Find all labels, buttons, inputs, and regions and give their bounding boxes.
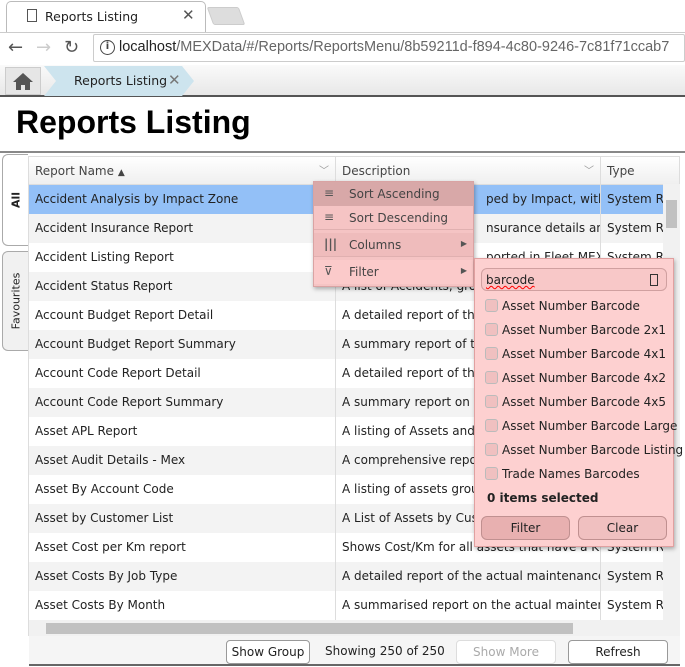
menu-sort-ascending[interactable]: ≡ Sort Ascending [314, 182, 473, 206]
clear-search-icon[interactable] [650, 274, 658, 286]
tab-favourites[interactable]: Favourites [2, 251, 28, 351]
cell-description: A detailed report of the actual maintena… [336, 562, 601, 591]
menu-label: Sort Ascending [349, 187, 440, 201]
sort-descending-icon: ≡ [324, 210, 335, 224]
cell-report-name: Accident Insurance Report [29, 214, 336, 243]
cell-report-name: Asset APL Report [29, 417, 336, 446]
filter-option-label: Trade Names Barcodes [502, 467, 640, 481]
header-label: Report Name [35, 164, 114, 178]
info-icon[interactable]: i [100, 40, 115, 55]
filter-option-label: Asset Number Barcode Large [502, 419, 678, 433]
cell-report-name: Accident Analysis by Impact Zone [29, 185, 336, 214]
filter-option-label: Asset Number Barcode 4x2 [502, 371, 667, 385]
cell-type: System Re [601, 185, 664, 214]
checkbox[interactable] [485, 299, 498, 312]
close-breadcrumb-icon[interactable]: ✕ [168, 71, 181, 89]
refresh-button[interactable]: Refresh [568, 640, 668, 664]
filter-icon: ⊽ [324, 264, 333, 278]
cell-type: System Re [601, 591, 664, 620]
cell-report-name: Account Code Report Summary [29, 388, 336, 417]
cell-report-name: Asset Audit Details - Mex [29, 446, 336, 475]
filter-option-label: Asset Number Barcode 2x1 [502, 323, 667, 337]
filter-clear-button[interactable]: Clear [578, 516, 667, 540]
chevron-down-icon[interactable]: ﹀ [319, 162, 329, 177]
home-button[interactable] [5, 67, 41, 95]
filter-option-label: Asset Number Barcode Listing [502, 443, 684, 457]
checkbox[interactable] [485, 323, 498, 336]
tab-all-label: All [9, 191, 22, 209]
filter-search-value: barcode [486, 273, 535, 287]
cell-report-name: Account Budget Report Summary [29, 330, 336, 359]
cell-report-name: Account Budget Report Detail [29, 301, 336, 330]
chevron-down-icon[interactable]: ﹀ [584, 162, 594, 177]
table-row[interactable]: Asset Costs By Month A summarised report … [29, 591, 664, 620]
menu-label: Filter [349, 265, 379, 279]
cell-report-name: Asset By Account Code [29, 475, 336, 504]
filter-apply-button[interactable]: Filter [481, 516, 570, 540]
checkbox[interactable] [485, 419, 498, 432]
columns-icon: ||| [324, 237, 338, 251]
sort-ascending-icon: ≡ [324, 186, 335, 200]
cell-description: A summarised report on the actual mainte… [336, 591, 601, 620]
home-icon [13, 73, 33, 90]
cell-report-name: Accident Listing Report [29, 243, 336, 272]
cell-report-name: Asset Costs By Job Type [29, 562, 336, 591]
filter-search-input[interactable]: barcode [481, 268, 667, 291]
checkbox[interactable] [485, 395, 498, 408]
url-path: /MEXData/#/Reports/ReportsMenu/8b59211d-… [176, 39, 670, 55]
column-header-report-name[interactable]: Report Name ▲ ﹀ [29, 157, 336, 185]
sort-asc-icon: ▲ [117, 168, 125, 178]
browser-tab[interactable]: Reports Listing ✕ [6, 1, 206, 32]
cell-report-name: Account Code Report Detail [29, 359, 336, 388]
selection-count: 0 items selected [487, 491, 599, 505]
cell-type: System Re [601, 214, 664, 243]
submenu-arrow-icon: ▶ [460, 239, 467, 248]
cell-report-name: Asset Cost per Km report [29, 533, 336, 562]
horizontal-scroll-thumb[interactable] [46, 623, 573, 634]
menu-filter[interactable]: ⊽ Filter ▶ [314, 260, 473, 284]
header-label: Type [607, 164, 635, 178]
breadcrumb-label: Reports Listing [74, 73, 168, 88]
new-tab-button[interactable] [206, 7, 246, 25]
url-host: localhost [119, 39, 177, 55]
back-icon[interactable]: ← [8, 37, 23, 58]
table-row[interactable]: Asset Costs By Job Type A detailed report… [29, 562, 664, 591]
column-menu: ≡ Sort Ascending ≡ Sort Descending ||| Colu… [313, 181, 474, 287]
menu-label: Sort Descending [349, 211, 449, 225]
checkbox[interactable] [485, 347, 498, 360]
forward-icon[interactable]: → [36, 37, 51, 58]
menu-columns[interactable]: ||| Columns ▶ [314, 233, 473, 257]
header-label: Description [342, 164, 411, 178]
record-count: Showing 250 of 250 [325, 644, 445, 658]
cell-type: System Re [601, 562, 664, 591]
filter-option-label: Asset Number Barcode 4x1 [502, 347, 667, 361]
menu-label: Columns [349, 238, 402, 252]
tab-all[interactable]: All [2, 154, 28, 246]
page-title: Reports Listing [16, 104, 251, 140]
tab-favourites-label: Favourites [9, 272, 22, 330]
reload-icon[interactable]: ↻ [64, 37, 79, 58]
cell-report-name: Asset Costs By Month [29, 591, 336, 620]
divider [0, 151, 685, 153]
submenu-arrow-icon: ▶ [460, 266, 467, 275]
document-icon [27, 9, 37, 22]
filter-popup: barcode Asset Number Barcode Asset Number… [474, 258, 683, 547]
menu-sort-descending[interactable]: ≡ Sort Descending [314, 206, 473, 230]
show-group-button[interactable]: Show Group [226, 640, 310, 664]
checkbox[interactable] [485, 443, 498, 456]
breadcrumb-item[interactable]: Reports Listing ✕ [44, 66, 194, 96]
cell-report-name: Accident Status Report [29, 272, 336, 301]
close-tab-icon[interactable]: ✕ [182, 6, 195, 24]
column-header-type[interactable]: Type [601, 157, 679, 185]
cell-report-name: Asset by Customer List [29, 504, 336, 533]
vertical-scroll-thumb[interactable] [666, 200, 677, 228]
checkbox[interactable] [485, 467, 498, 480]
checkbox[interactable] [485, 371, 498, 384]
show-more-button[interactable]: Show More [456, 640, 556, 664]
address-bar[interactable]: i localhost/MEXData/#/Reports/ReportsMen… [93, 34, 685, 62]
filter-option-label: Asset Number Barcode 4x5 [502, 395, 667, 409]
filter-option-label: Asset Number Barcode [502, 299, 640, 313]
browser-tab-title: Reports Listing [45, 9, 139, 24]
